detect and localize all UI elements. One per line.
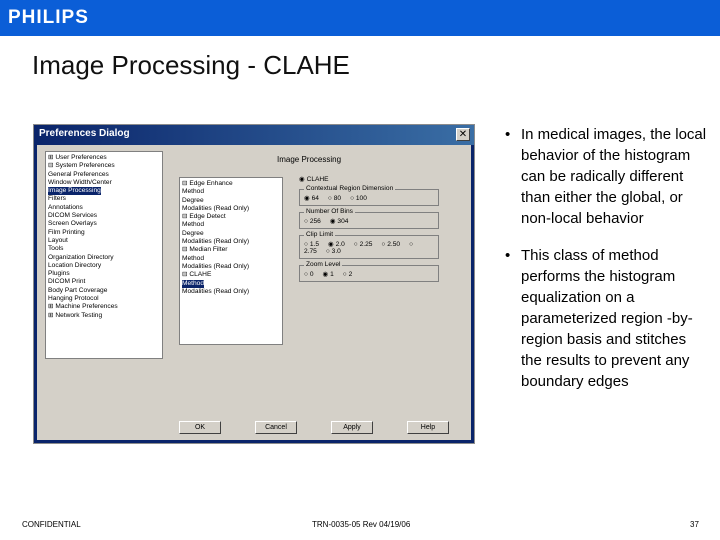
option-group-label: Zoom Level <box>304 261 343 268</box>
radio-option[interactable]: ○ 1.5 <box>304 241 319 248</box>
option-group: Zoom Level ○ 0 ◉ 1 ○ 2 <box>299 261 439 282</box>
help-button[interactable]: Help <box>407 421 449 434</box>
dialog-buttons: OK Cancel Apply Help <box>179 418 449 434</box>
tree-item[interactable]: ⊟ System Preferences <box>48 162 160 170</box>
tree-item[interactable]: Image Processing <box>48 187 101 196</box>
radio-option[interactable]: ○ 100 <box>350 195 367 202</box>
tree-item[interactable]: Organization Directory <box>48 254 160 262</box>
method-item[interactable]: Degree <box>182 230 280 238</box>
radio-option[interactable]: ◉ 304 <box>330 218 349 225</box>
method-item[interactable]: ⊟ Edge Detect <box>182 213 280 221</box>
philips-logo: PHILIPS <box>8 7 89 28</box>
radio-option[interactable]: ◉ 64 <box>304 195 319 202</box>
radio-row: ○ 256 ◉ 304 <box>304 217 434 225</box>
method-tree[interactable]: ⊟ Edge Enhance Method Degree Modalities … <box>179 177 283 345</box>
cancel-button[interactable]: Cancel <box>255 421 297 434</box>
tree-item[interactable]: ⊞ Network Testing <box>48 312 160 320</box>
apply-button[interactable]: Apply <box>331 421 373 434</box>
option-group: Clip Limit ○ 1.5 ◉ 2.0 ○ 2.25 ○ 2.50 ○ 2.75 ○ … <box>299 231 439 259</box>
tree-item[interactable]: Annotations <box>48 204 160 212</box>
tree-item[interactable]: ⊞ User Preferences <box>48 154 160 162</box>
dialog-body: ⊞ User Preferences ⊟ System Preferences G… <box>37 145 471 440</box>
footer-page-number: 37 <box>690 520 699 529</box>
radio-option[interactable]: ○ 80 <box>328 195 341 202</box>
radio-row: ○ 1.5 ◉ 2.0 ○ 2.25 ○ 2.50 ○ 2.75 ○ 3.0 <box>304 240 434 255</box>
method-item[interactable]: Modalities (Read Only) <box>182 238 280 246</box>
dialog-titlebar: Preferences Dialog <box>34 125 474 145</box>
tree-item[interactable]: Window Width/Center <box>48 179 160 187</box>
tree-item[interactable]: DICOM Print <box>48 278 160 286</box>
radio-row: ◉ 64 ○ 80 ○ 100 <box>304 194 434 202</box>
preferences-dialog-screenshot: Preferences Dialog ✕ ⊞ User Preferences ⊟… <box>33 124 475 444</box>
option-group-label: Clip Limit <box>304 231 336 238</box>
tree-item[interactable]: Film Printing <box>48 229 160 237</box>
footer-confidential: CONFIDENTIAL <box>22 520 81 529</box>
ok-button[interactable]: OK <box>179 421 221 434</box>
tree-item[interactable]: Tools <box>48 245 160 253</box>
tree-item[interactable]: Location Directory <box>48 262 160 270</box>
radio-option[interactable]: ◉ 1 <box>322 271 333 278</box>
method-item[interactable]: Method <box>182 255 280 263</box>
tree-item[interactable]: Plugins <box>48 270 160 278</box>
bullet-item: • This class of method performs the histo… <box>505 245 710 392</box>
radio-option[interactable]: ○ 3.0 <box>326 248 341 255</box>
tree-item[interactable]: Hanging Protocol <box>48 295 160 303</box>
method-item[interactable]: Method <box>182 279 204 288</box>
radio-option[interactable]: ○ 2 <box>343 271 352 278</box>
close-icon[interactable]: ✕ <box>456 128 470 141</box>
footer-doc-id: TRN-0035-05 Rev 04/19/06 <box>312 520 411 529</box>
preferences-tree[interactable]: ⊞ User Preferences ⊟ System Preferences G… <box>45 151 163 359</box>
radio-row: ○ 0 ◉ 1 ○ 2 <box>304 270 434 278</box>
dialog-title: Preferences Dialog <box>39 128 130 139</box>
bullet-item: • In medical images, the local behavior o… <box>505 124 710 229</box>
method-item[interactable]: Degree <box>182 197 280 205</box>
bullet-text: In medical images, the local behavior of… <box>521 126 707 227</box>
tree-item[interactable]: DICOM Services <box>48 212 160 220</box>
tree-item[interactable]: Layout <box>48 237 160 245</box>
method-item[interactable]: ⊟ Edge Enhance <box>182 180 280 188</box>
radio-option[interactable]: ○ 256 <box>304 218 321 225</box>
option-group-label: Contextual Region Dimension <box>304 185 396 192</box>
tree-item[interactable]: Screen Overlays <box>48 220 160 228</box>
bullet-icon: • <box>505 247 511 264</box>
option-group-label: Number Of Bins <box>304 208 355 215</box>
tree-item[interactable]: ⊞ Machine Preferences <box>48 303 160 311</box>
panel-title: Image Processing <box>277 155 342 164</box>
options-area: ◉ CLAHE Contextual Region Dimension ◉ 64 ○… <box>299 175 439 282</box>
radio-option[interactable]: ◉ 2.0 <box>328 241 345 248</box>
slide-title: Image Processing - CLAHE <box>32 50 350 80</box>
bullet-icon: • <box>505 126 511 143</box>
tree-item[interactable]: Body Part Coverage <box>48 287 160 295</box>
method-item[interactable]: ⊟ Median Filter <box>182 246 280 254</box>
clahe-radio[interactable]: ◉ CLAHE <box>299 175 439 183</box>
method-item[interactable]: Modalities (Read Only) <box>182 263 280 271</box>
header-bar: PHILIPS <box>0 0 720 36</box>
method-item[interactable]: Method <box>182 188 280 196</box>
option-group: Number Of Bins ○ 256 ◉ 304 <box>299 208 439 229</box>
method-item[interactable]: Modalities (Read Only) <box>182 205 280 213</box>
bullet-list: • In medical images, the local behavior o… <box>505 124 710 392</box>
method-item[interactable]: Method <box>182 221 280 229</box>
radio-option[interactable]: ○ 0 <box>304 271 313 278</box>
bullet-text: This class of method performs the histog… <box>521 247 693 390</box>
radio-option[interactable]: ○ 2.50 <box>381 241 400 248</box>
tree-item[interactable]: Filters <box>48 195 160 203</box>
method-item[interactable]: ⊟ CLAHE <box>182 271 280 279</box>
option-group: Contextual Region Dimension ◉ 64 ○ 80 ○ 100 <box>299 185 439 206</box>
radio-option[interactable]: ○ 2.25 <box>354 241 373 248</box>
tree-item[interactable]: General Preferences <box>48 171 160 179</box>
method-item[interactable]: Modalities (Read Only) <box>182 288 280 296</box>
